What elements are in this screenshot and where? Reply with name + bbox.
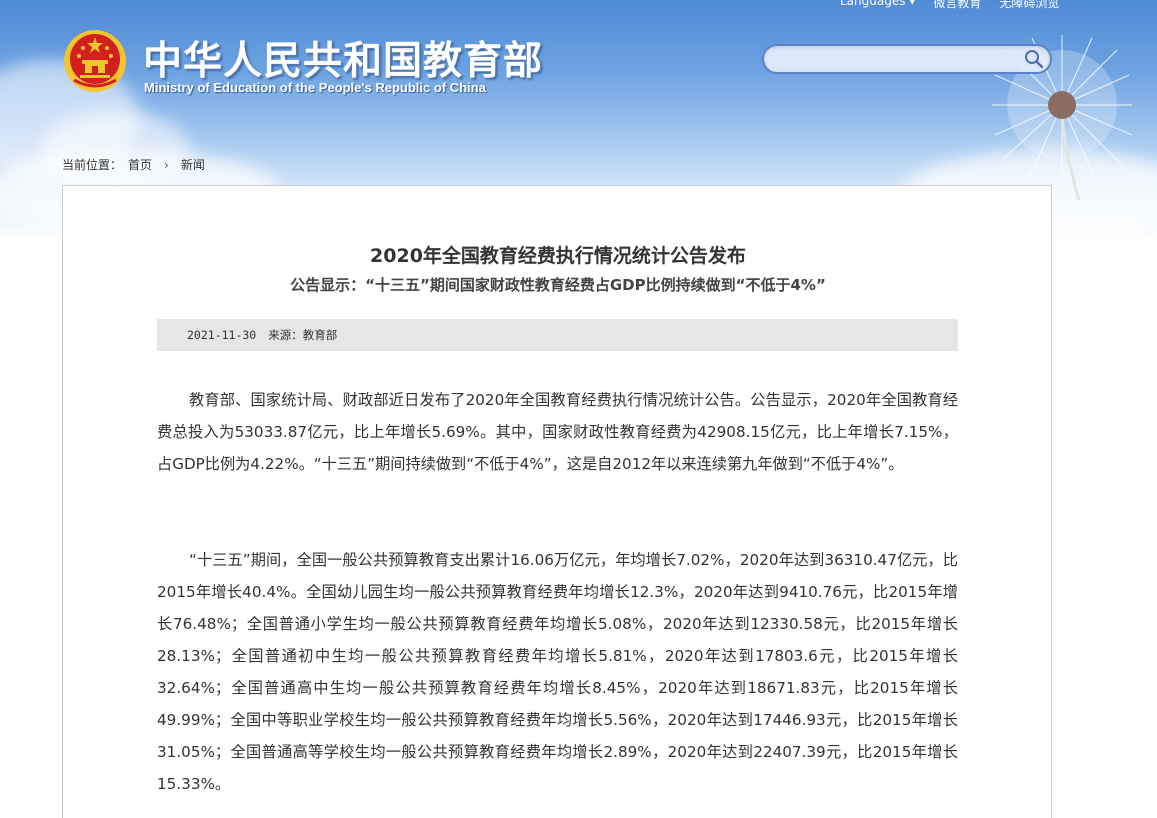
breadcrumb: 当前位置： 首页 › 新闻	[62, 156, 205, 173]
top-links: Languages ▾ 微言教育 无障碍浏览	[840, 0, 1059, 11]
search-icon[interactable]	[1024, 49, 1044, 69]
national-emblem-icon[interactable]	[62, 28, 128, 94]
article-source: 来源：教育部	[268, 328, 338, 342]
breadcrumb-label: 当前位置：	[62, 158, 123, 172]
site-title-en[interactable]: Ministry of Education of the People's Re…	[144, 80, 486, 95]
languages-link[interactable]: Languages ▾	[840, 0, 915, 11]
breadcrumb-home-link[interactable]: 首页	[128, 156, 152, 173]
article-paragraph: 教育部、国家统计局、财政部近日发布了2020年全国教育经费执行情况统计公告。公告…	[157, 391, 958, 473]
article-paragraph: “十三五”期间，全国一般公共预算教育支出累计16.06万亿元，年均增长7.02%…	[157, 551, 958, 793]
search-input[interactable]	[776, 50, 1016, 68]
article-subtitle: 公告显示：“十三五”期间国家财政性教育经费占GDP比例持续做到“不低于4%”	[290, 276, 826, 294]
site-title-cn[interactable]: 中华人民共和国教育部	[143, 30, 543, 86]
weiyan-education-link[interactable]: 微言教育	[933, 0, 981, 11]
article-date: 2021-11-30	[187, 328, 257, 342]
accessibility-link[interactable]: 无障碍浏览	[999, 0, 1059, 11]
breadcrumb-news-link[interactable]: 新闻	[181, 156, 205, 173]
article-title: 2020年全国教育经费执行情况统计公告发布	[370, 245, 746, 267]
article-container: 2020年全国教育经费执行情况统计公告发布 公告显示：“十三五”期间国家财政性教…	[62, 185, 1052, 818]
chevron-right-icon: ›	[164, 157, 169, 172]
search-bar	[762, 44, 1052, 74]
article-meta-bar: 2021-11-30 来源：教育部	[157, 319, 958, 351]
